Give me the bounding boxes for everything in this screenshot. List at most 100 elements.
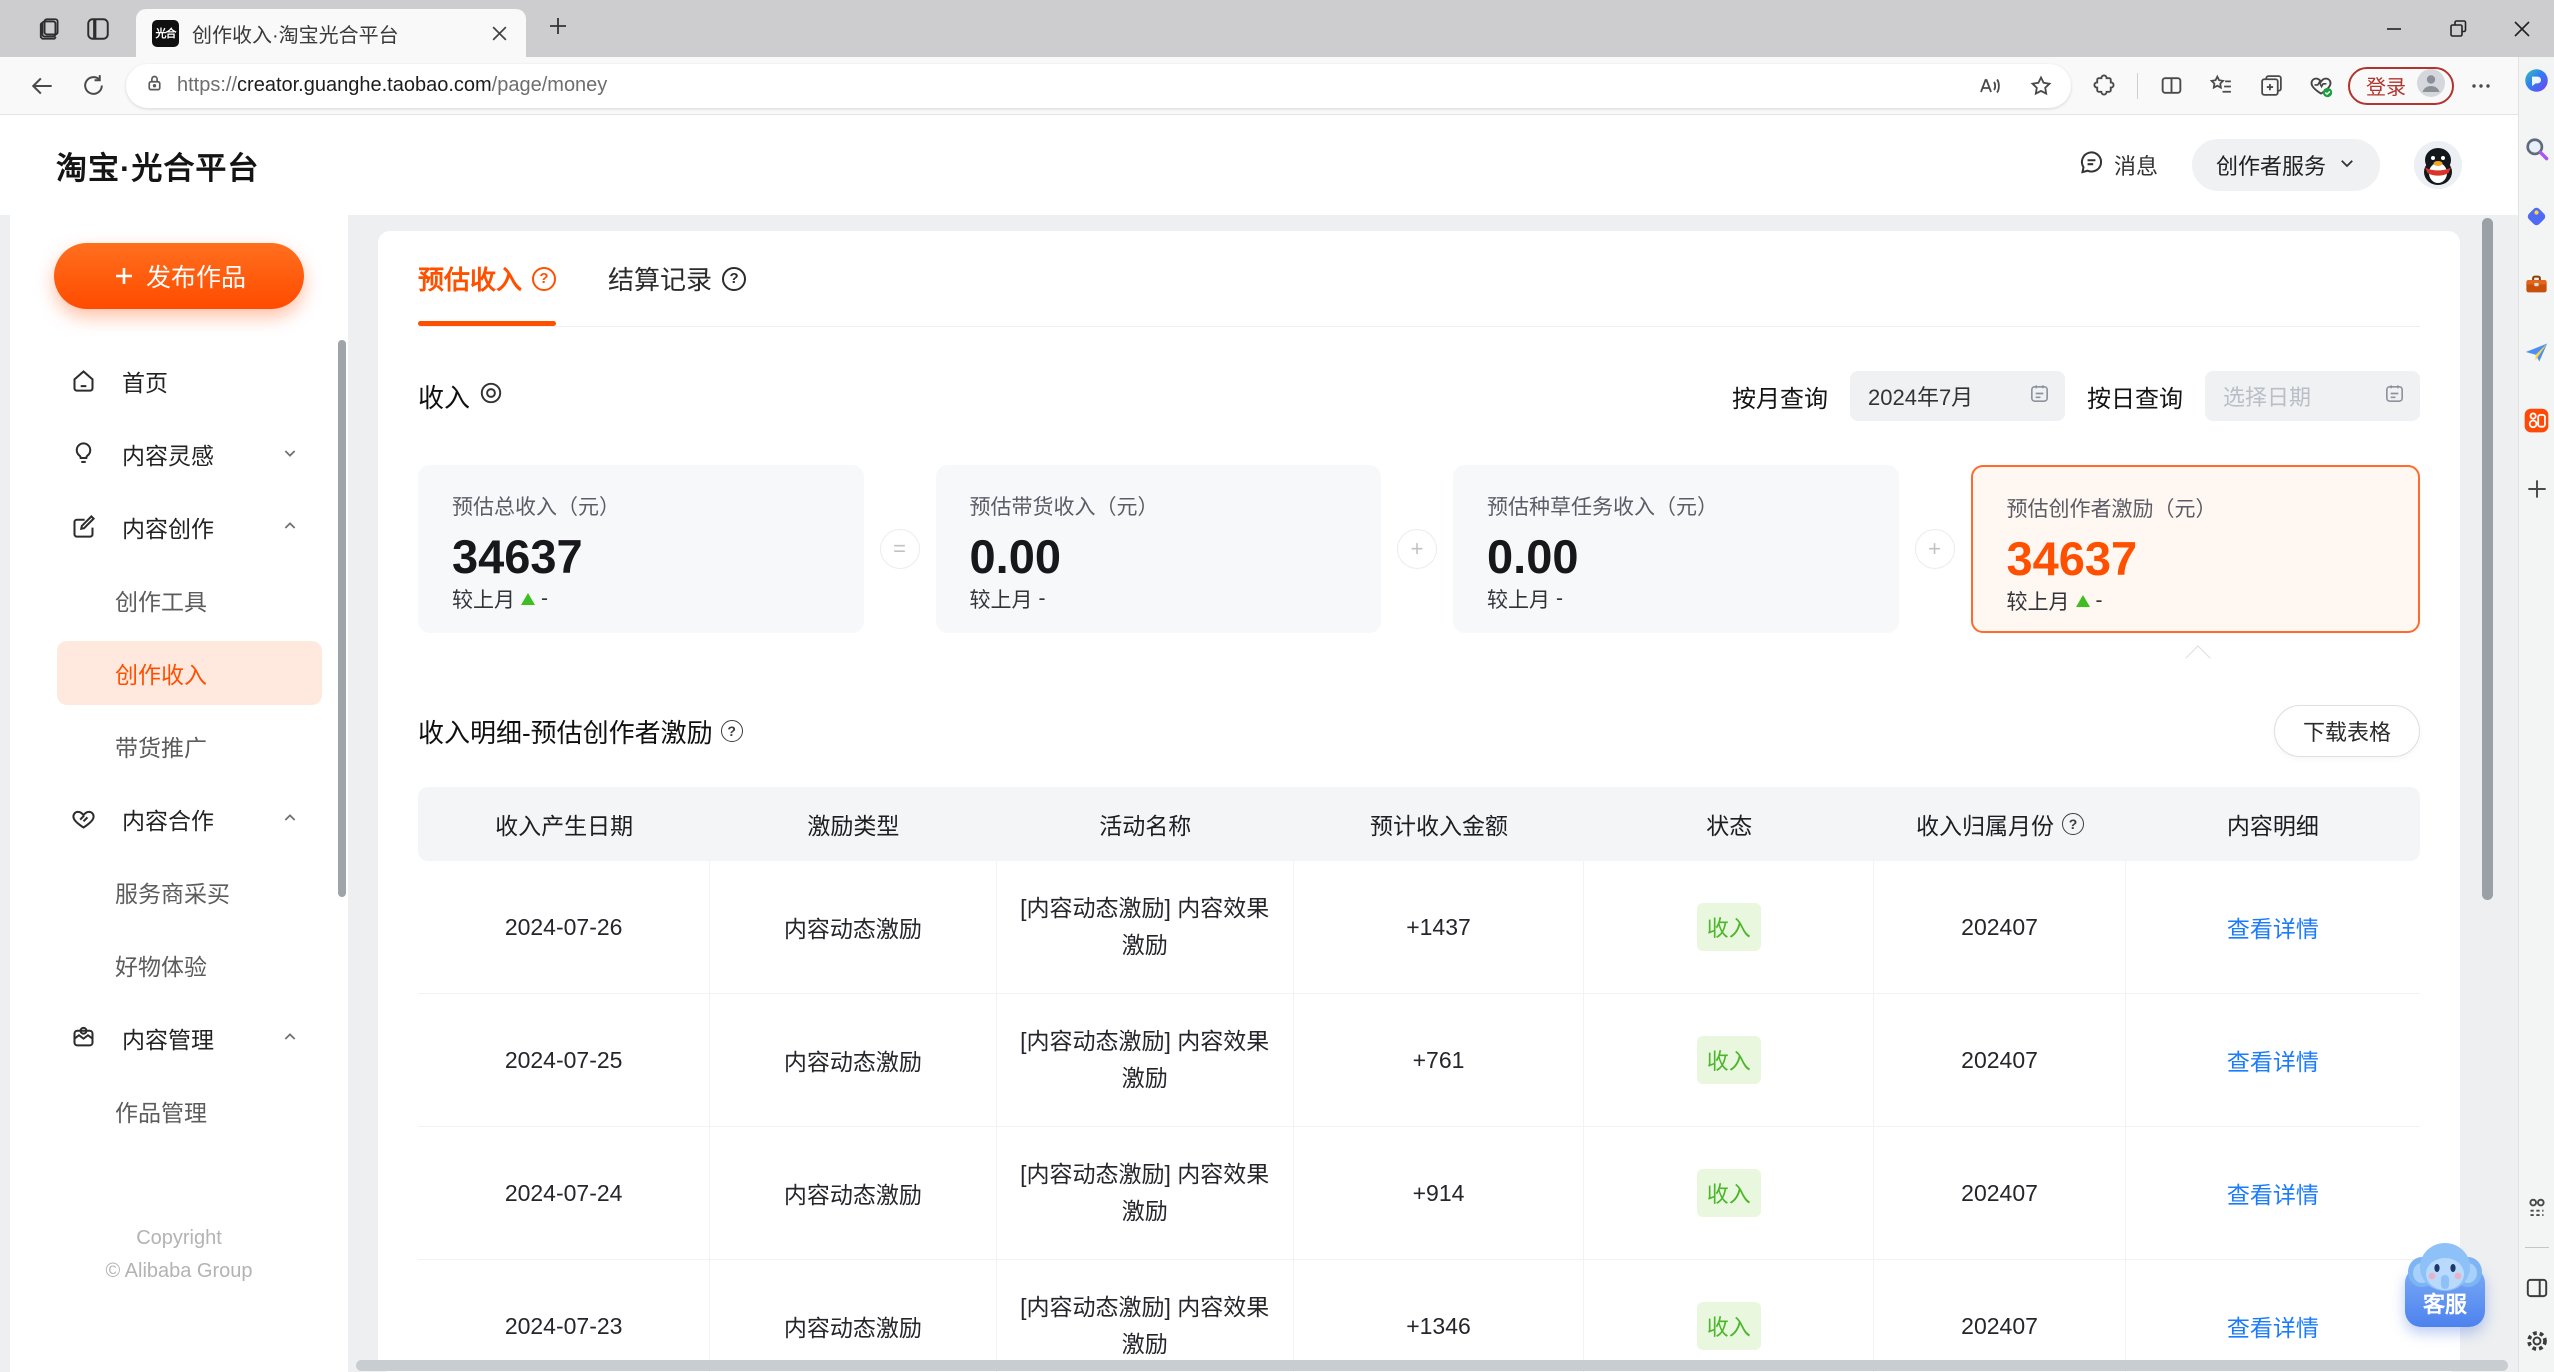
sidebar-scrollbar[interactable]: [338, 340, 346, 897]
restore-icon[interactable]: [2426, 0, 2490, 57]
search-icon[interactable]: [2523, 135, 2550, 162]
sidebar-item-label: 内容合作: [122, 807, 214, 834]
income-section-title: 收入: [418, 382, 471, 413]
tab-close-icon[interactable]: [486, 20, 512, 46]
sidebar-item-product-trial[interactable]: 好物体验: [10, 928, 348, 1001]
calendar-icon: [2383, 382, 2406, 411]
shopping-icon[interactable]: [2523, 203, 2550, 230]
publish-button[interactable]: 发布作品: [54, 243, 304, 309]
extensions-icon[interactable]: [2081, 65, 2127, 107]
creator-service-label: 创作者服务: [2215, 154, 2326, 179]
side-panel-icon[interactable]: [2523, 1274, 2550, 1301]
status-badge: 收入: [1696, 903, 1761, 951]
sidebar-item-creation-tools[interactable]: 创作工具: [10, 563, 348, 636]
stat-creator-incentive[interactable]: 预估创作者激励（元） 34637 较上月 -: [1970, 465, 2420, 633]
copyright: Copyright © Alibaba Group: [105, 1227, 253, 1282]
tab-title: 创作收入·淘宝光合平台: [192, 24, 399, 47]
tab-actions-icon[interactable]: [74, 9, 122, 49]
sidebar-item-creation[interactable]: 内容创作: [10, 490, 348, 563]
sidebar-item-creation-income[interactable]: 创作收入: [10, 636, 348, 709]
sidebar-item-works-management[interactable]: 作品管理: [10, 1074, 348, 1147]
kuaishou-icon[interactable]: [2523, 407, 2550, 434]
url-bar[interactable]: https://creator.guanghe.taobao.com/page/…: [126, 63, 2071, 108]
trend-up-icon: [521, 593, 535, 605]
chevron-up-icon: [282, 513, 298, 540]
messages-button[interactable]: 消息: [2078, 149, 2158, 182]
signin-label: 登录: [2366, 77, 2406, 99]
read-aloud-icon[interactable]: [1969, 65, 2009, 107]
lock-icon[interactable]: [144, 73, 165, 99]
send-icon[interactable]: [2523, 339, 2550, 366]
edge-sidebar: [2518, 57, 2554, 1372]
left-sidebar: 发布作品 首页 内容灵感 内容创作 创作工具 创作收入 带货推广 内容合作 服务…: [10, 215, 348, 1372]
sidebar-item-inspiration[interactable]: 内容灵感: [10, 417, 348, 490]
publish-label: 发布作品: [145, 264, 246, 292]
sidebar-item-label: 创作收入: [115, 661, 207, 688]
split-screen-icon[interactable]: [2148, 65, 2194, 107]
help-icon[interactable]: ?: [720, 720, 743, 742]
browser-tab[interactable]: 光合 创作收入·淘宝光合平台: [136, 9, 526, 57]
signin-button[interactable]: 登录: [2348, 66, 2454, 105]
help-icon[interactable]: ?: [532, 266, 557, 291]
more-menu-icon[interactable]: [2458, 65, 2504, 107]
tab-estimated-income[interactable]: 预估收入 ?: [418, 231, 557, 326]
new-tab-icon[interactable]: [546, 14, 570, 43]
chevron-up-icon: [282, 1024, 298, 1051]
month-query-label: 按月查询: [1732, 385, 1828, 413]
table-row: 2024-07-23 内容动态激励 [内容动态激励] 内容效果激励 +1346 …: [418, 1260, 2420, 1372]
url-text[interactable]: https://creator.guanghe.taobao.com/page/…: [177, 74, 1957, 97]
sidebar-item-content-management[interactable]: 内容管理: [10, 1001, 348, 1074]
settings-gear-icon[interactable]: [2523, 1327, 2550, 1354]
help-icon[interactable]: ?: [722, 266, 747, 291]
page-vertical-scrollbar[interactable]: [2482, 218, 2493, 900]
add-sidebar-icon[interactable]: [2523, 475, 2550, 502]
chevron-down-icon: [282, 440, 298, 467]
refresh-icon[interactable]: [70, 65, 116, 107]
close-window-icon[interactable]: [2490, 0, 2554, 57]
sidebar-item-cooperation[interactable]: 内容合作: [10, 782, 348, 855]
favorites-list-icon[interactable]: [2198, 65, 2244, 107]
status-badge: 收入: [1696, 1302, 1761, 1350]
capture-icon[interactable]: [2523, 1194, 2550, 1221]
customer-support-button[interactable]: 客服: [2402, 1234, 2488, 1327]
month-picker-input[interactable]: 2024年7月: [1850, 371, 2065, 421]
download-table-button[interactable]: 下载表格: [2273, 705, 2420, 757]
favorite-star-icon[interactable]: [2021, 65, 2061, 107]
copilot-icon[interactable]: [2523, 67, 2550, 94]
status-badge: 收入: [1696, 1036, 1761, 1084]
table-row: 2024-07-26 内容动态激励 [内容动态激励] 内容效果激励 +1437 …: [418, 861, 2420, 994]
minimize-icon[interactable]: [2362, 0, 2426, 57]
creator-service-menu[interactable]: 创作者服务: [2191, 139, 2380, 191]
bulb-icon: [70, 440, 97, 467]
help-icon[interactable]: ?: [2062, 813, 2085, 835]
view-details-link[interactable]: 查看详情: [2227, 1043, 2319, 1077]
view-details-link[interactable]: 查看详情: [2227, 1309, 2319, 1343]
collections-icon[interactable]: [2248, 65, 2294, 107]
view-details-link[interactable]: 查看详情: [2227, 910, 2319, 944]
message-bubble-icon: [2078, 149, 2105, 182]
workspaces-icon[interactable]: [26, 9, 74, 49]
stat-total-income[interactable]: 预估总收入（元） 34637 较上月 -: [418, 465, 864, 633]
eye-icon[interactable]: [478, 380, 504, 413]
view-details-link[interactable]: 查看详情: [2227, 1176, 2319, 1210]
site-header: 淘宝·光合平台 消息 创作者服务: [0, 115, 2518, 215]
user-avatar[interactable]: [2414, 141, 2462, 189]
date-picker-input[interactable]: 选择日期: [2205, 371, 2420, 421]
day-query-label: 按日查询: [2087, 385, 2183, 413]
browser-essentials-icon[interactable]: [2298, 65, 2344, 107]
tools-icon[interactable]: [2523, 271, 2550, 298]
sidebar-item-home[interactable]: 首页: [10, 344, 348, 417]
page-horizontal-scrollbar[interactable]: [356, 1360, 2508, 1371]
site-logo[interactable]: 淘宝·光合平台: [56, 143, 259, 188]
stat-sales-income[interactable]: 预估带货收入（元） 0.00 较上月 -: [935, 465, 1381, 633]
back-icon[interactable]: [20, 65, 66, 107]
sidebar-item-service-purchase[interactable]: 服务商采买: [10, 855, 348, 928]
plus-connector: +: [1914, 529, 1955, 569]
stat-seeding-task-income[interactable]: 预估种草任务收入（元） 0.00 较上月 -: [1453, 465, 1899, 633]
sidebar-item-promotion[interactable]: 带货推广: [10, 709, 348, 782]
messages-label: 消息: [2113, 154, 2158, 179]
profile-icon: [2416, 68, 2446, 103]
status-badge: 收入: [1696, 1169, 1761, 1217]
sidebar-item-label: 内容创作: [122, 515, 214, 542]
tab-settlement-records[interactable]: 结算记录 ?: [608, 231, 747, 326]
